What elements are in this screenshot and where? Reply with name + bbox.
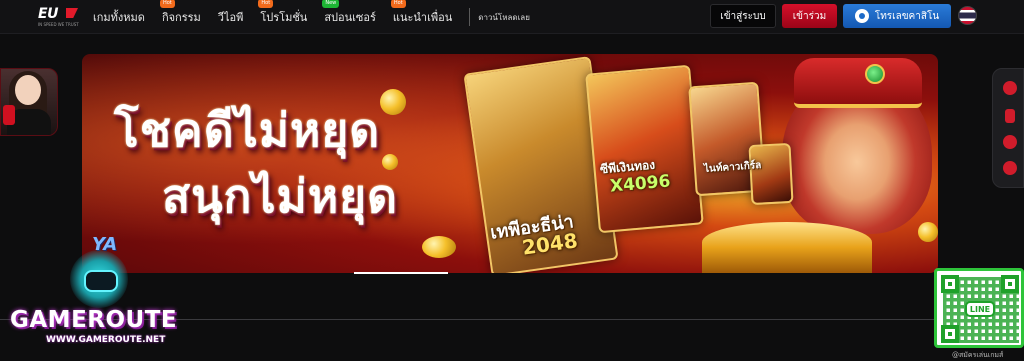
gold-coin-icon: [918, 222, 938, 242]
gold-coin-icon: [380, 89, 406, 115]
green-gem-icon: [865, 64, 885, 84]
nav-item-vip[interactable]: วีไอพี: [218, 8, 244, 26]
nav-item-label: กิจกรรม: [161, 11, 201, 24]
hot-badge: Hot: [159, 0, 175, 8]
gameroute-logo-icon: [70, 250, 128, 308]
logo-text: EU: [38, 6, 58, 22]
thailand-flag-icon[interactable]: [958, 6, 977, 25]
hot-badge: Hot: [258, 0, 274, 8]
mobile-icon[interactable]: [1005, 109, 1015, 123]
qr-finder-icon: [941, 275, 959, 293]
page: EU IN SPEED WE TRUST เกมทั้งหมด Hot กิจก…: [0, 0, 1024, 361]
nav-item-refer-friend[interactable]: Hot แนะนำเพื่อน: [390, 0, 453, 26]
watermark-url: WWW.GAMEROUTE.NET: [46, 335, 166, 345]
customer-service-avatar[interactable]: [0, 68, 58, 136]
avatar-face: [15, 75, 41, 105]
top-navbar: EU IN SPEED WE TRUST เกมทั้งหมด Hot กิจก…: [0, 0, 1024, 34]
carousel-indicator[interactable]: [354, 272, 448, 274]
main-nav: เกมทั้งหมด Hot กิจกรรม วีไอพี Hot โปรโมช…: [93, 0, 530, 34]
nav-item-label: สปอนเซอร์: [324, 11, 376, 24]
nav-item-activities[interactable]: Hot กิจกรรม: [159, 0, 201, 26]
at-sign-icon[interactable]: [1003, 135, 1017, 149]
watermark-brand: GAMEROUTE: [10, 307, 178, 333]
login-button[interactable]: เข้าสู่ระบบ: [710, 4, 776, 28]
phone-icon: [3, 105, 15, 125]
hot-badge: Hot: [390, 0, 406, 8]
nav-item-sponsors[interactable]: New สปอนเซอร์: [322, 0, 376, 26]
contact-sidebar: [992, 68, 1024, 188]
logo-tagline: IN SPEED WE TRUST: [38, 22, 79, 27]
game-card-caishen[interactable]: [585, 64, 704, 234]
telegram-casino-label: โทรเลขคาสิโน: [874, 10, 940, 22]
fortune-god-hat: [794, 58, 922, 108]
nav-item-all-games[interactable]: เกมทั้งหมด: [93, 8, 145, 26]
new-badge: New: [322, 0, 340, 8]
nav-item-label: วีไอพี: [217, 11, 244, 24]
game-card-dragon[interactable]: [748, 142, 794, 206]
nav-item-promotions[interactable]: Hot โปรโมชั่น: [258, 0, 308, 26]
nav-divider: [469, 8, 471, 26]
site-logo[interactable]: EU IN SPEED WE TRUST: [38, 6, 86, 28]
qr-finder-icon: [1001, 275, 1019, 293]
hero-banner[interactable]: โชคดีไม่หยุด สนุกไม่หยุด เทพีอะธีน่า 204…: [82, 54, 938, 273]
chat-icon[interactable]: [1003, 81, 1017, 95]
logo-mark-icon: [66, 8, 78, 18]
qr-caption: @สมัครเล่นเกมส์: [952, 351, 1004, 359]
gold-coin-icon: [422, 236, 456, 258]
download-link[interactable]: ดาวน์โหลดเลย: [478, 11, 530, 24]
treasure-pot: [702, 222, 872, 273]
telegram-icon[interactable]: [1003, 161, 1017, 175]
qr-finder-icon: [941, 325, 959, 343]
nav-item-label: เกมทั้งหมด: [93, 11, 145, 24]
banner-headline-line1: โชคดีไม่หยุด: [114, 103, 381, 157]
telegram-icon: [854, 9, 869, 23]
telegram-casino-button[interactable]: โทรเลขคาสิโน: [843, 4, 951, 28]
nav-item-label: โปรโมชั่น: [260, 11, 308, 24]
line-badge: LINE: [965, 301, 995, 317]
join-button[interactable]: เข้าร่วม: [782, 4, 837, 28]
line-qr-code[interactable]: LINE: [934, 268, 1024, 348]
nav-item-label: แนะนำเพื่อน: [392, 11, 453, 24]
banner-headline-line2: สนุกไม่หยุด: [162, 169, 398, 223]
